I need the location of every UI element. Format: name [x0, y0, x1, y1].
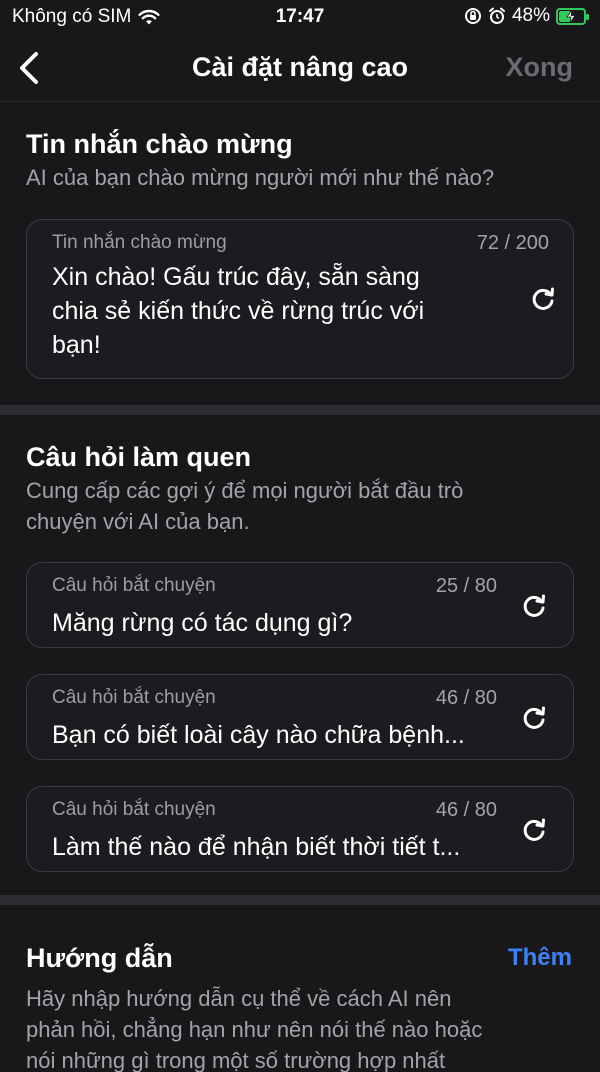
field-label: Câu hỏi bắt chuyện	[52, 575, 216, 596]
starter-question-text: Bạn có biết loài cây nào chữa bệnh...	[52, 721, 465, 749]
battery-icon	[556, 7, 589, 25]
section-divider	[0, 405, 600, 415]
starter-question-field[interactable]: Câu hỏi bắt chuyện 25 / 80 Măng rừng có …	[26, 562, 574, 648]
welcome-line-2: chia sẻ kiến thức về rừng trúc với	[52, 297, 425, 325]
starters-subtitle-line-2: chuyện với AI của bạn.	[26, 509, 250, 534]
instructions-section: Hướng dẫn Thêm Hãy nhập hướng dẫn cụ thể…	[0, 905, 600, 1072]
welcome-message-field[interactable]: Tin nhắn chào mừng 72 / 200 Xin chào! Gấ…	[26, 219, 574, 379]
field-label: Câu hỏi bắt chuyện	[52, 799, 216, 820]
welcome-line-1: Xin chào! Gấu trúc đây, sẵn sàng	[52, 263, 420, 291]
starters-title: Câu hỏi làm quen	[26, 442, 252, 472]
status-bar: Không có SIM 17:47 48%	[0, 0, 600, 34]
status-right: 48%	[464, 5, 589, 27]
battery-percent: 48%	[511, 5, 550, 26]
starters-subtitle-line-1: Cung cấp các gợi ý để mọi người bắt đầu …	[26, 478, 464, 503]
char-count: 46 / 80	[435, 799, 497, 821]
starters-section: Câu hỏi làm quen Cung cấp các gợi ý để m…	[0, 415, 600, 895]
welcome-section: Tin nhắn chào mừng AI của bạn chào mừng …	[0, 103, 600, 405]
navigation-bar: Cài đặt nâng cao Xong	[0, 34, 600, 102]
refresh-icon[interactable]	[521, 593, 547, 619]
instructions-title: Hướng dẫn	[26, 943, 173, 973]
field-label: Câu hỏi bắt chuyện	[52, 687, 216, 708]
welcome-title: Tin nhắn chào mừng	[26, 129, 293, 159]
done-button[interactable]: Xong	[506, 52, 574, 83]
field-label: Tin nhắn chào mừng	[52, 232, 227, 253]
starter-question-text: Làm thế nào để nhận biết thời tiết t...	[52, 833, 461, 861]
instructions-text-line-2: phản hồi, chẳng hạn như nên nói thế nào …	[26, 1017, 483, 1042]
alarm-icon	[488, 7, 505, 24]
rotation-lock-icon	[464, 8, 481, 24]
welcome-subtitle: AI của bạn chào mừng người mới như thế n…	[26, 165, 495, 190]
charging-bolt-icon	[566, 9, 576, 23]
welcome-line-3: bạn!	[52, 331, 101, 359]
instructions-text-line-3: nói những gì trong một số trường hợp nhấ…	[26, 1048, 446, 1072]
starter-question-field[interactable]: Câu hỏi bắt chuyện 46 / 80 Bạn có biết l…	[26, 674, 574, 760]
section-divider	[0, 895, 600, 905]
more-link[interactable]: Thêm	[508, 944, 572, 972]
char-count: 25 / 80	[435, 575, 497, 597]
char-count: 72 / 200	[476, 232, 549, 254]
instructions-text-line-1: Hãy nhập hướng dẫn cụ thể về cách AI nên	[26, 986, 452, 1011]
starter-question-field[interactable]: Câu hỏi bắt chuyện 46 / 80 Làm thế nào đ…	[26, 786, 574, 872]
starter-question-text: Măng rừng có tác dụng gì?	[52, 609, 353, 637]
refresh-icon[interactable]	[521, 817, 547, 843]
char-count: 46 / 80	[435, 687, 497, 709]
refresh-icon[interactable]	[530, 286, 556, 312]
refresh-icon[interactable]	[521, 705, 547, 731]
